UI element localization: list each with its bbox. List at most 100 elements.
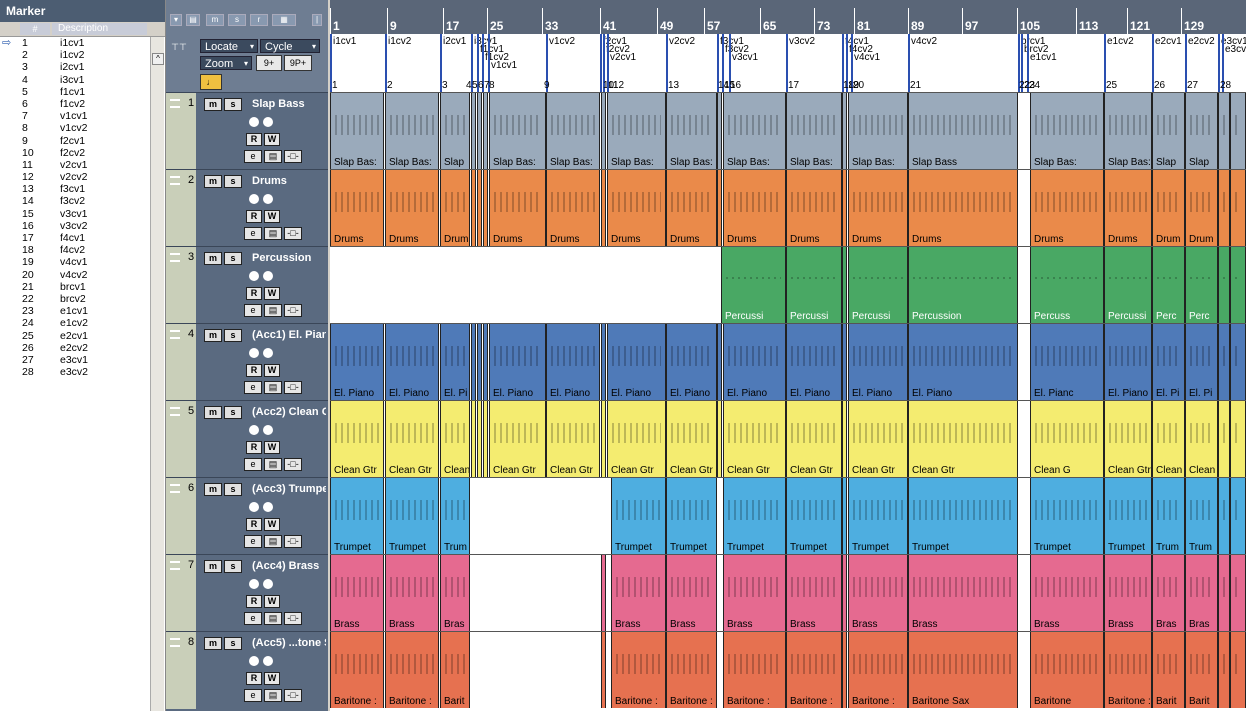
marker-list-item[interactable]: 6 f1cv2 <box>0 98 150 110</box>
channel-settings-icon[interactable]: ▤ <box>264 227 282 240</box>
mute-button[interactable]: m <box>204 175 222 188</box>
midi-part[interactable]: Brass <box>908 555 1018 631</box>
track-lane[interactable]: El. Piano El. Piano El. Pi El. Piano El. Pia… <box>330 323 1246 400</box>
midi-part[interactable]: Brass <box>848 555 908 631</box>
marker-position-line[interactable] <box>600 34 602 92</box>
midi-part[interactable]: Percussi <box>721 247 786 323</box>
marker-lane-label[interactable]: v4cv1 <box>854 52 880 63</box>
midi-part[interactable] <box>471 170 476 246</box>
speaker-icon[interactable] <box>263 579 273 589</box>
midi-part[interactable] <box>1218 93 1230 169</box>
speaker-icon[interactable] <box>263 656 273 666</box>
midi-part[interactable] <box>1218 170 1230 246</box>
track-header[interactable]: 8ms (Acc5) ...tone Sax RWe▤-□- <box>166 631 328 709</box>
monitor-icon[interactable] <box>249 502 259 512</box>
midi-part[interactable]: Percussi <box>1104 247 1152 323</box>
marker-list-item[interactable]: 16 v3cv2 <box>0 220 150 232</box>
speaker-icon[interactable] <box>263 271 273 281</box>
cycle-select[interactable]: Cycle ▾ <box>260 39 320 53</box>
marker-list-item[interactable]: 20 v4cv2 <box>0 269 150 281</box>
marker-lane-label[interactable]: v1cv1 <box>491 60 517 71</box>
drag-handle-icon[interactable] <box>170 99 180 108</box>
drag-handle-icon[interactable] <box>170 253 180 262</box>
drag-handle-icon[interactable] <box>170 638 180 647</box>
midi-part[interactable]: Clean <box>1185 401 1218 477</box>
midi-part[interactable]: Brass <box>330 555 384 631</box>
midi-part[interactable] <box>717 93 722 169</box>
midi-part[interactable]: Baritone : <box>786 632 842 708</box>
midi-part[interactable]: El. Piano <box>330 324 384 400</box>
channel-settings-icon[interactable]: ▤ <box>264 535 282 548</box>
midi-part[interactable]: Brass <box>666 555 717 631</box>
midi-part[interactable]: Drums <box>908 170 1018 246</box>
midi-part[interactable] <box>477 401 482 477</box>
locate-select[interactable]: Locate ▾ <box>200 39 258 53</box>
write-automation-button[interactable]: W <box>264 364 280 377</box>
midi-part[interactable] <box>483 170 488 246</box>
midi-part[interactable]: Drums <box>1104 170 1152 246</box>
midi-part[interactable] <box>842 632 847 708</box>
write-automation-button[interactable]: W <box>264 518 280 531</box>
midi-part[interactable]: Trumpet <box>786 478 842 554</box>
midi-part[interactable]: Trumpet <box>1104 478 1152 554</box>
read-automation-button[interactable]: R <box>246 595 262 608</box>
track-lane[interactable]: Drums Drums Drum Drums Drums Drums Drums Drums D… <box>330 169 1246 246</box>
write-automation-button[interactable]: W <box>264 595 280 608</box>
midi-part[interactable]: Brass <box>385 555 439 631</box>
marker-list-item[interactable]: 23 e1cv1 <box>0 305 150 317</box>
edit-instrument-button[interactable]: e <box>244 227 262 240</box>
midi-part[interactable]: El. Pi <box>1152 324 1185 400</box>
marker-list-item[interactable]: 5 f1cv1 <box>0 86 150 98</box>
midi-part[interactable] <box>717 324 722 400</box>
midi-part[interactable] <box>477 170 482 246</box>
marker-list-item[interactable]: 14 f3cv2 <box>0 195 150 207</box>
mute-button[interactable]: m <box>204 98 222 111</box>
midi-part[interactable]: Percussi <box>786 247 842 323</box>
midi-part[interactable]: Clean Gtr <box>546 401 600 477</box>
midi-part[interactable] <box>601 555 606 631</box>
midi-part[interactable]: Trum <box>1185 478 1218 554</box>
marker-list-item[interactable]: 7 v1cv1 <box>0 110 150 122</box>
marker-list-item[interactable]: 21 brcv1 <box>0 281 150 293</box>
marker-list-item[interactable]: 26 e2cv2 <box>0 342 150 354</box>
track-lane[interactable]: Percussi Percussi Percussi Percussion Percus… <box>330 246 1246 323</box>
midi-part[interactable]: El. Piano <box>786 324 842 400</box>
marker-list-item[interactable]: 17 f4cv1 <box>0 232 150 244</box>
midi-part[interactable]: Barit <box>1185 632 1218 708</box>
midi-part[interactable]: Brass <box>1104 555 1152 631</box>
track-header[interactable]: 2 m s Drums R We ▤ -□- <box>166 169 328 247</box>
midi-part[interactable]: Slap Bas: <box>385 93 439 169</box>
drag-handle-icon[interactable] <box>170 484 180 493</box>
drag-handle-icon[interactable] <box>170 176 180 185</box>
midi-part[interactable]: Clean Gtr <box>385 401 439 477</box>
midi-part[interactable]: Slap Bas: <box>666 93 717 169</box>
midi-part[interactable]: Slap Bas: <box>786 93 842 169</box>
monitor-icon[interactable] <box>249 271 259 281</box>
midi-part[interactable]: Clean Gtr <box>723 401 786 477</box>
midi-part[interactable] <box>717 170 722 246</box>
midi-part[interactable]: Drums <box>489 170 546 246</box>
marker-lane-label[interactable]: v1cv2 <box>549 36 575 47</box>
marker-list-item[interactable]: 27 e3cv1 <box>0 354 150 366</box>
midi-part[interactable] <box>471 401 476 477</box>
monitor-icon[interactable] <box>249 117 259 127</box>
add-marker-button[interactable]: 9+ <box>256 55 282 71</box>
marker-list-item[interactable]: ⇨ 1 i1cv1 <box>0 37 150 49</box>
read-automation-button[interactable]: R <box>246 518 262 531</box>
midi-part[interactable]: El. Piano <box>848 324 908 400</box>
midi-part[interactable]: Trum <box>440 478 470 554</box>
read-automation-button[interactable]: R <box>246 672 262 685</box>
midi-part[interactable] <box>601 93 606 169</box>
write-automation-button[interactable]: W <box>264 210 280 223</box>
midi-part[interactable] <box>1218 478 1230 554</box>
marker-lane-label[interactable]: e2cv2 <box>1188 36 1215 47</box>
mute-button[interactable]: m <box>204 637 222 650</box>
color-filter-button[interactable]: ▦ <box>272 14 296 26</box>
midi-part[interactable]: Slap Bas: <box>1030 93 1104 169</box>
midi-part[interactable]: Drum <box>1152 170 1185 246</box>
midi-part[interactable]: Slap Bas: <box>723 93 786 169</box>
midi-part[interactable]: Trumpet <box>330 478 384 554</box>
marker-lane-label[interactable]: v3cv1 <box>732 52 758 63</box>
solo-button[interactable]: s <box>224 329 242 342</box>
split-handle-icon[interactable]: | <box>312 14 322 26</box>
